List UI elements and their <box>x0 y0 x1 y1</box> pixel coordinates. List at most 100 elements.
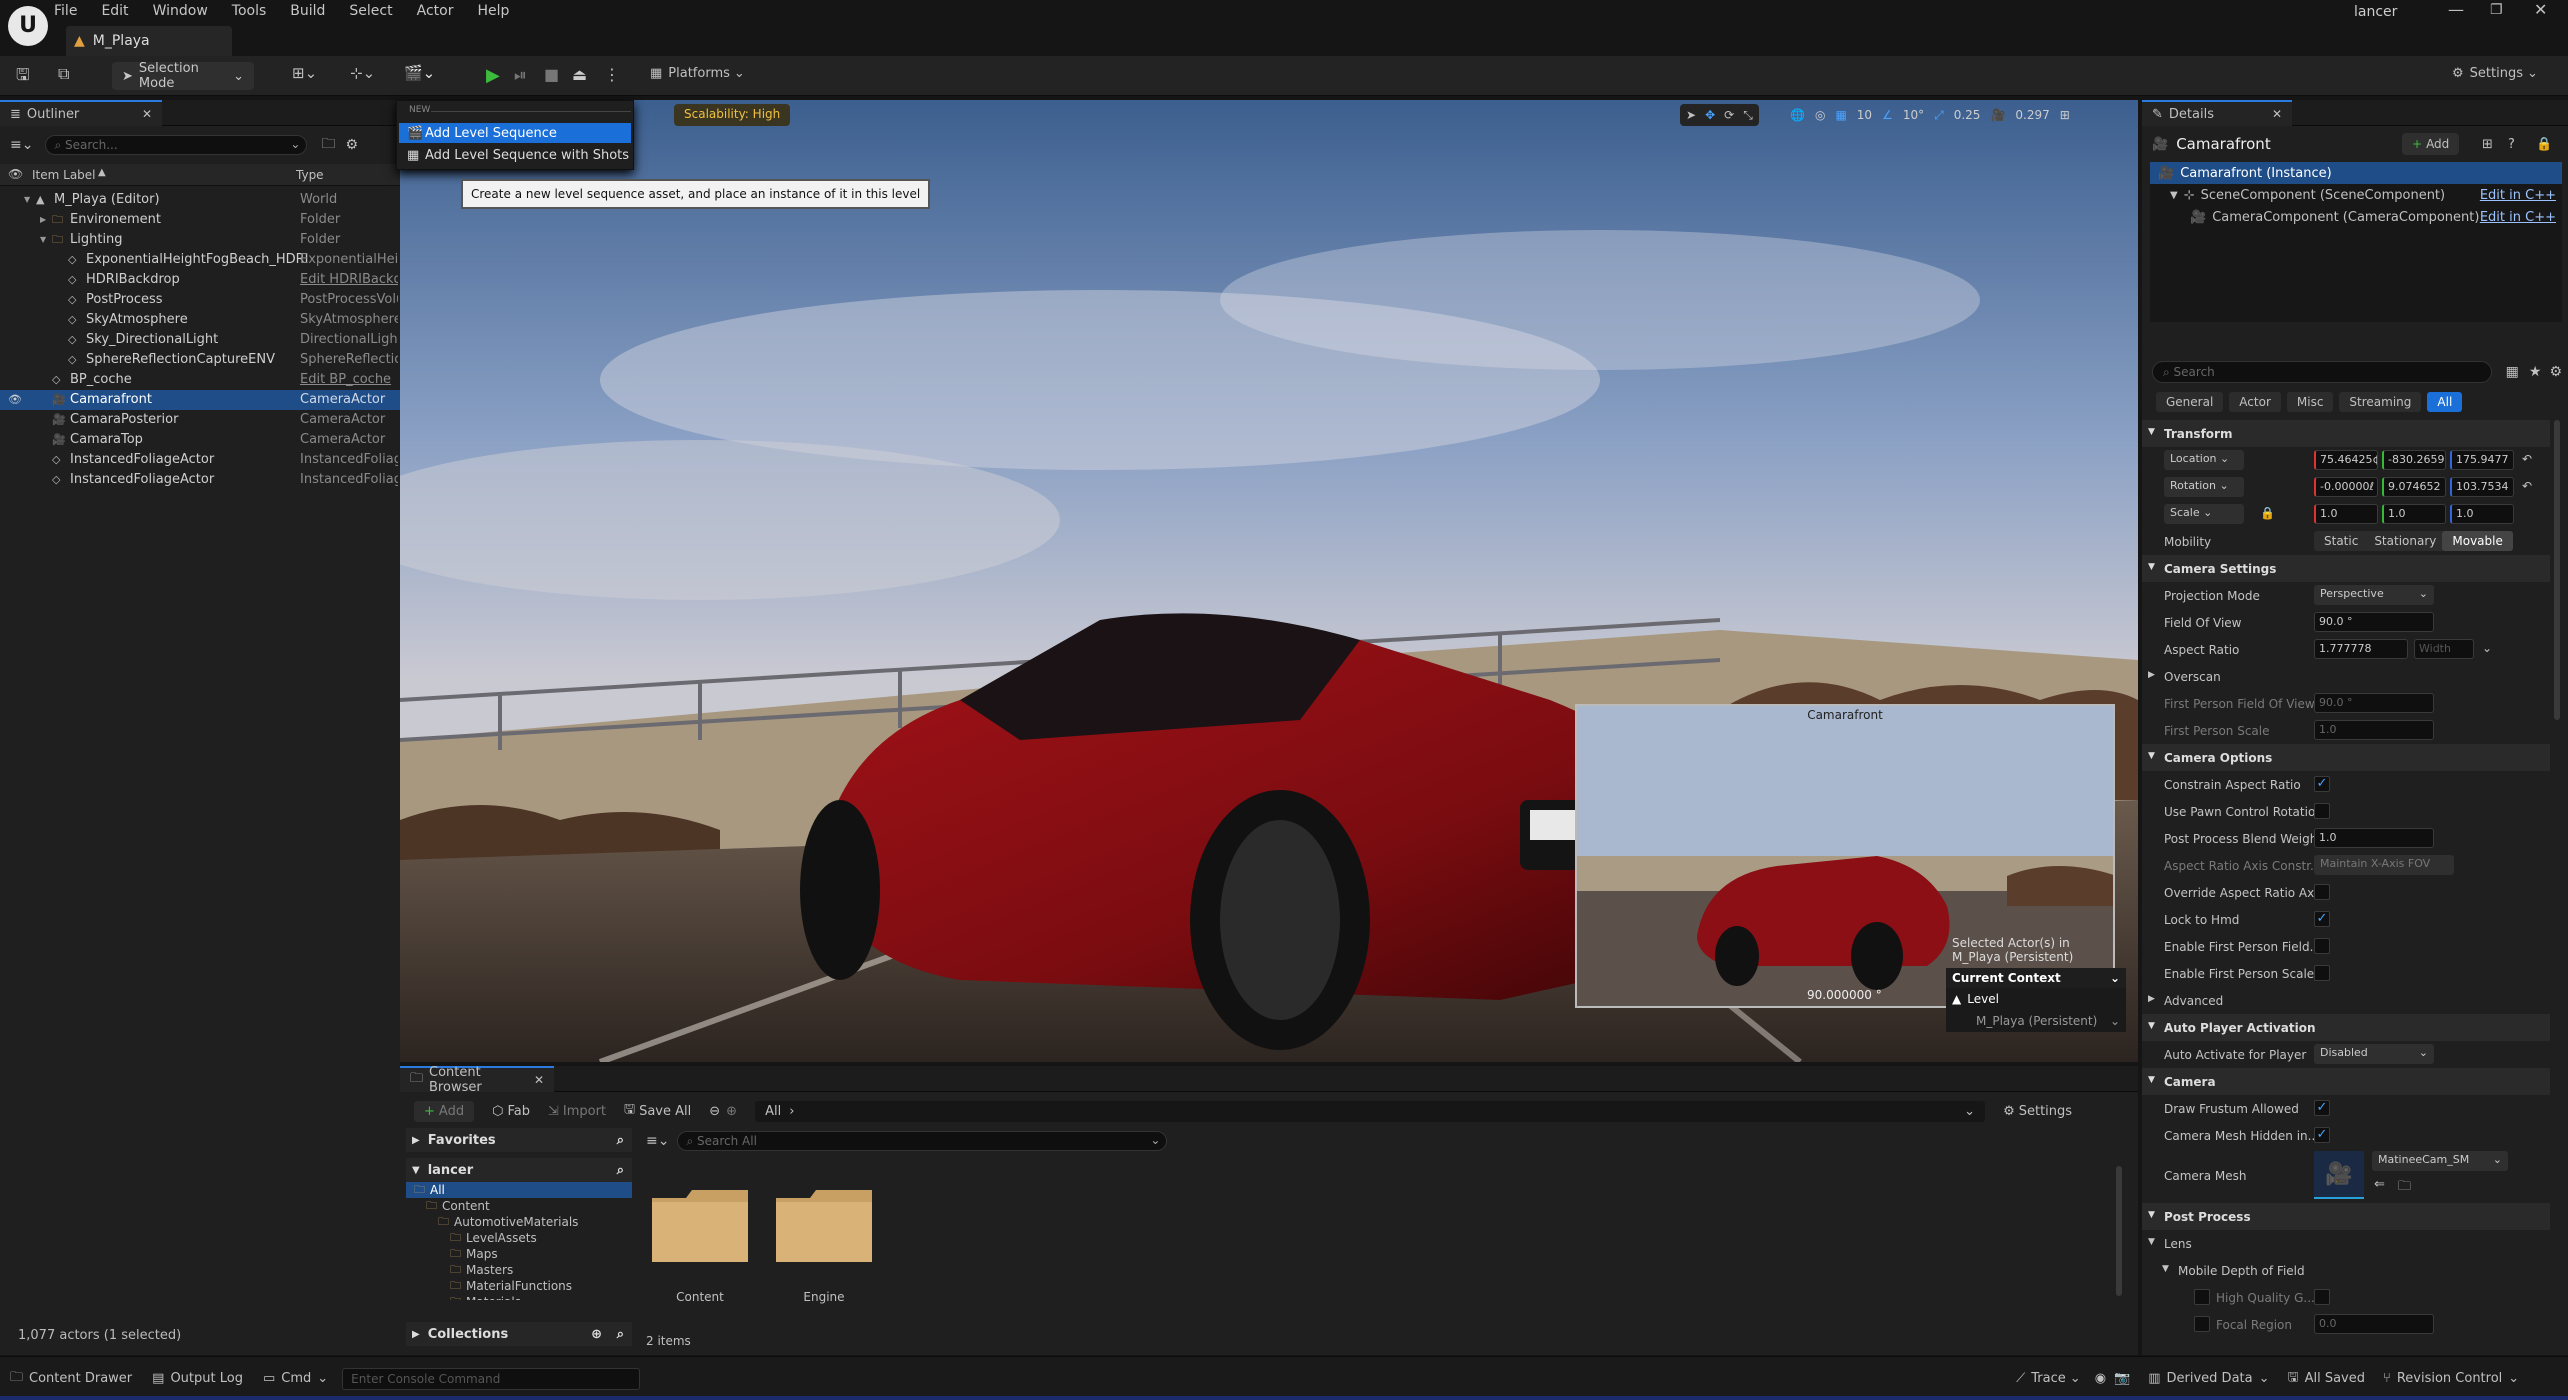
cb-fab-button[interactable]: ⬡ Fab <box>492 1104 530 1119</box>
camera-option-checkbox[interactable] <box>2314 938 2330 954</box>
menu-select[interactable]: Select <box>349 0 392 22</box>
expand-icon[interactable]: ▶ <box>40 210 46 230</box>
cb-import-button[interactable]: ⇲ Import <box>548 1104 606 1119</box>
camera-speed-icon[interactable]: 🎥 <box>1990 108 2005 122</box>
collections-header[interactable]: ▶ Collections ⊕ ⌕ <box>406 1322 632 1346</box>
auto-activate-select[interactable]: Disabled ⌄ <box>2314 1044 2434 1064</box>
rotation-y[interactable]: 9.074652 <box>2382 477 2446 497</box>
add-level-sequence-item[interactable]: 🎬 Add Level Sequence <box>399 123 631 143</box>
focal-input[interactable]: 0.0 <box>2314 1314 2434 1334</box>
outliner-row[interactable]: ◇ InstancedFoliageActor InstancedFoliage <box>0 450 400 470</box>
edit-scene-component-link[interactable]: Edit in C++ <box>2480 188 2556 203</box>
close-icon[interactable]: ✕ <box>534 1073 544 1087</box>
angle-snap-value[interactable]: 10° <box>1903 108 1924 122</box>
maximize-icon[interactable]: ❐ <box>2490 2 2503 18</box>
mobility-stationary[interactable]: Stationary <box>2368 534 2442 548</box>
camera-option-checkbox[interactable] <box>2314 965 2330 981</box>
cb-tree-item[interactable]: 🗀 Masters <box>406 1262 632 1278</box>
selection-mode-button[interactable]: ➤ Selection Mode ⌄ <box>112 61 254 91</box>
mesh-hidden-checkbox[interactable]: ✓ <box>2314 1127 2330 1143</box>
outliner-row[interactable]: 🎥 CamaraPosterior CameraActor <box>0 410 400 430</box>
projection-select[interactable]: Perspective ⌄ <box>2314 585 2434 605</box>
column-item-label[interactable]: Item Label <box>32 168 96 182</box>
scene-component-row[interactable]: ▼ ⊹ SceneComponent (SceneComponent) Edit… <box>2150 184 2562 206</box>
outliner-row[interactable]: ◇ BP_coche Edit BP_coche <box>0 370 400 390</box>
move-tool-icon[interactable]: ✥ <box>1705 108 1715 122</box>
forward-icon[interactable]: ⊕ <box>726 1104 737 1119</box>
cb-add-button[interactable]: + Add <box>414 1100 475 1122</box>
context-header[interactable]: Current Context ⌄ <box>1946 968 2126 988</box>
outliner-search-input[interactable]: ⌕ Search... ⌄ <box>45 135 308 155</box>
outliner-row[interactable]: ◇ SkyAtmosphere SkyAtmosphere <box>0 310 400 330</box>
play-icon[interactable]: ▶ <box>486 65 500 86</box>
outliner-row[interactable]: ▶ 🗀 Environement Folder <box>0 210 400 230</box>
cb-tree-item[interactable]: 🗀 Maps <box>406 1246 632 1262</box>
overscan-row[interactable]: ▶ Overscan <box>2142 663 2550 690</box>
revision-control-button[interactable]: ⑂ Revision Control ⌄ <box>2383 1371 2519 1386</box>
menu-window[interactable]: Window <box>153 0 208 22</box>
details-tab[interactable]: ✎ Details ✕ <box>2142 100 2292 126</box>
level-viewport[interactable]: ow Scalability: High ➤ ✥ ⟳ ⤡ 🌐 ◎ ▦ 10 ∠ … <box>400 100 2138 1062</box>
settings-button[interactable]: ⚙ Settings ⌄ <box>2452 66 2538 81</box>
fp-fov-input[interactable]: 90.0 ° <box>2314 693 2434 713</box>
back-icon[interactable]: ⊖ <box>709 1104 720 1119</box>
step-icon[interactable]: ⏯ <box>514 65 527 85</box>
cb-tree-item[interactable]: 🗀 Materials <box>406 1294 632 1300</box>
search-icon[interactable]: ⌕ <box>617 1133 624 1148</box>
filter-streaming[interactable]: Streaming <box>2339 392 2422 412</box>
camera-options-section[interactable]: ▼ Camera Options <box>2142 744 2550 771</box>
add-collection-icon[interactable]: ⊕ <box>591 1327 602 1342</box>
edit-camera-component-link[interactable]: Edit in C++ <box>2480 210 2556 225</box>
world-space-icon[interactable]: 🌐 <box>1790 108 1805 122</box>
camera-option-checkbox[interactable] <box>2314 803 2330 819</box>
scale-x[interactable]: 1.0 <box>2314 504 2378 524</box>
outliner-row[interactable]: 🎥 CamaraTop CameraActor <box>0 430 400 450</box>
minimize-icon[interactable]: — <box>2448 0 2464 19</box>
camera-option-checkbox[interactable]: ✓ <box>2314 911 2330 927</box>
close-icon[interactable]: ✕ <box>142 107 152 121</box>
filter-all[interactable]: All <box>2427 392 2463 412</box>
output-log-button[interactable]: ▤ Output Log <box>152 1371 243 1386</box>
mobility-movable[interactable]: Movable <box>2442 531 2513 551</box>
platforms-button[interactable]: ▦ Platforms ⌄ <box>650 66 745 81</box>
add-actor-icon[interactable]: ⊞⌄ <box>292 64 317 82</box>
mobility-static[interactable]: Static <box>2314 534 2368 548</box>
cb-tree-item[interactable]: 🗀 Content <box>406 1198 632 1214</box>
scale-y[interactable]: 1.0 <box>2382 504 2446 524</box>
gear-icon[interactable]: ⚙ <box>2549 364 2562 380</box>
filter-misc[interactable]: Misc <box>2286 392 2334 412</box>
outliner-row[interactable]: ▼ 🗀 Lighting Folder <box>0 230 400 250</box>
folder-tile-content[interactable]: Content <box>650 1184 750 1314</box>
browse-icon[interactable]: ⧉ <box>58 64 69 84</box>
aspect-axis-input[interactable]: Width <box>2414 639 2474 659</box>
lock-icon[interactable]: 🔒 <box>2536 137 2552 152</box>
play-options-icon[interactable]: ⋮ <box>604 65 620 84</box>
fp-scale-input[interactable]: 1.0 <box>2314 720 2434 740</box>
eject-icon[interactable]: ⏏ <box>572 65 587 84</box>
chevron-down-icon[interactable]: ⌄ <box>2482 641 2492 655</box>
focal-override-checkbox[interactable]: ✓ <box>2194 1316 2210 1332</box>
cb-asset-search-input[interactable]: ⌕ Search All ⌄ <box>677 1131 1168 1151</box>
component-instance-row[interactable]: 🎥 Camarafront (Instance) <box>2150 162 2562 184</box>
layout-icon[interactable]: ⊞ <box>2060 108 2070 122</box>
close-icon[interactable]: ✕ <box>2272 107 2282 121</box>
cb-scrollbar[interactable] <box>2116 1166 2122 1296</box>
transform-section[interactable]: ▼ Transform <box>2142 420 2550 447</box>
scalability-badge[interactable]: Scalability: High <box>674 104 791 126</box>
camera-settings-section[interactable]: ▼ Camera Settings <box>2142 555 2550 582</box>
expand-icon[interactable]: ▼ <box>40 230 46 250</box>
outliner-row[interactable]: ◇ SphereReflectionCaptureENV SphereReflect… <box>0 350 400 370</box>
surface-snap-icon[interactable]: ◎ <box>1815 108 1825 122</box>
content-browser-tab[interactable]: 🗀 Content Browser ✕ <box>400 1065 554 1095</box>
mdof-row[interactable]: ▼ Mobile Depth of Field <box>2142 1257 2550 1284</box>
angle-snap-icon[interactable]: ∠ <box>1882 108 1893 122</box>
outliner-row[interactable]: ◇ PostProcess PostProcessVolu <box>0 290 400 310</box>
folder-tile-engine[interactable]: Engine <box>774 1184 874 1314</box>
trace-button[interactable]: ⟋ Trace ⌄ <box>2016 1371 2081 1386</box>
save-icon[interactable]: 🖫 <box>16 64 30 91</box>
rotation-z[interactable]: 103.7534 <box>2450 477 2514 497</box>
table-view-icon[interactable]: ▦ <box>2506 364 2519 380</box>
record-icon[interactable]: ◉ <box>2095 1371 2106 1386</box>
location-z[interactable]: 175.9477 <box>2450 450 2514 470</box>
outliner-tab[interactable]: ≣ Outliner ✕ <box>0 100 162 126</box>
